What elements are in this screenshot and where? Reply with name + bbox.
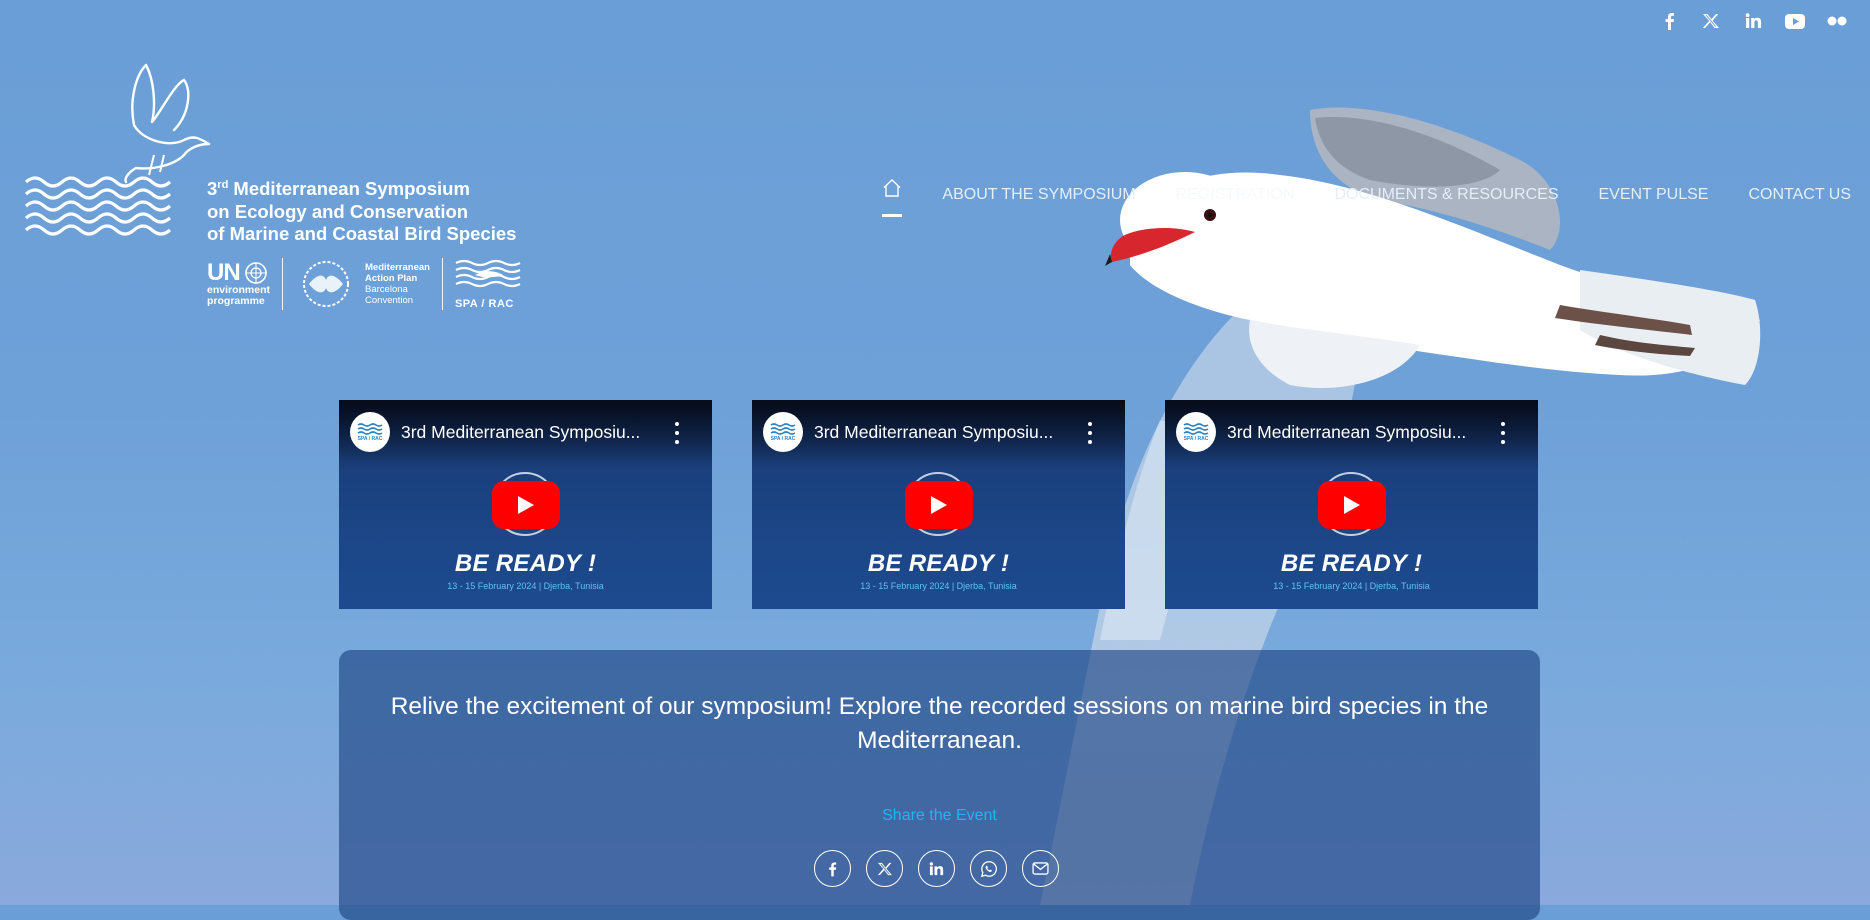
x-twitter-icon bbox=[877, 862, 892, 875]
video-headline: BE READY ! bbox=[1280, 550, 1423, 577]
play-icon bbox=[518, 496, 534, 514]
video-embed-2[interactable]: SPA / RAC 3rd Mediterranean Symposiu... … bbox=[752, 400, 1125, 609]
share-facebook-button[interactable] bbox=[814, 850, 851, 887]
video-headline: BE READY ! bbox=[454, 550, 597, 577]
video-title[interactable]: 3rd Mediterranean Symposiu... bbox=[1227, 422, 1466, 443]
video-date: 13 - 15 February 2024 | Djerba, Tunisia bbox=[1273, 581, 1430, 591]
symposium-info-panel: Relive the excitement of our symposium! … bbox=[339, 650, 1540, 920]
youtube-play-button[interactable] bbox=[492, 481, 560, 529]
nav-registration[interactable]: REGISTRATION bbox=[1176, 186, 1295, 204]
linkedin-icon[interactable] bbox=[1740, 10, 1766, 32]
share-x-button[interactable] bbox=[866, 850, 903, 887]
facebook-icon bbox=[829, 861, 837, 876]
nav-home[interactable] bbox=[882, 178, 903, 217]
panel-message: Relive the excitement of our symposium! … bbox=[390, 693, 1489, 754]
share-buttons bbox=[814, 850, 1059, 887]
nav-event-pulse[interactable]: EVENT PULSE bbox=[1599, 186, 1709, 204]
spa-rac-emblem bbox=[455, 259, 521, 287]
nav-contact-us[interactable]: CONTACT US bbox=[1748, 186, 1851, 204]
spa-rac-logo: SPA / RAC bbox=[455, 259, 521, 310]
home-icon bbox=[883, 179, 901, 197]
channel-avatar[interactable]: SPA / RAC bbox=[763, 412, 803, 452]
facebook-icon[interactable] bbox=[1656, 10, 1682, 32]
linkedin-icon bbox=[929, 861, 944, 875]
youtube-play-button[interactable] bbox=[905, 481, 973, 529]
nav-documents-resources[interactable]: DOCUMENTS & RESOURCES bbox=[1334, 186, 1558, 204]
symposium-title: 3rd Mediterranean Symposium on Ecology a… bbox=[207, 178, 517, 245]
video-title[interactable]: 3rd Mediterranean Symposiu... bbox=[401, 422, 640, 443]
main-navigation: ABOUT THE SYMPOSIUM REGISTRATION DOCUMEN… bbox=[882, 176, 1851, 217]
un-globe-icon bbox=[244, 262, 267, 284]
site-logo[interactable]: 3rd Mediterranean Symposium on Ecology a… bbox=[24, 60, 544, 320]
channel-avatar[interactable]: SPA / RAC bbox=[1176, 412, 1216, 452]
nav-about-symposium[interactable]: ABOUT THE SYMPOSIUM bbox=[942, 186, 1135, 204]
video-title[interactable]: 3rd Mediterranean Symposiu... bbox=[814, 422, 1053, 443]
youtube-icon[interactable] bbox=[1782, 10, 1808, 32]
share-linkedin-button[interactable] bbox=[918, 850, 955, 887]
divider bbox=[441, 258, 443, 310]
flickr-icon[interactable] bbox=[1824, 10, 1850, 32]
video-date: 13 - 15 February 2024 | Djerba, Tunisia bbox=[860, 581, 1017, 591]
more-options-icon[interactable] bbox=[1085, 422, 1095, 444]
video-headline: BE READY ! bbox=[867, 550, 1010, 577]
header-social-links bbox=[1656, 10, 1850, 32]
more-options-icon[interactable] bbox=[1498, 422, 1508, 444]
share-whatsapp-button[interactable] bbox=[970, 850, 1007, 887]
email-icon bbox=[1032, 862, 1049, 875]
x-twitter-icon[interactable] bbox=[1698, 10, 1724, 32]
spa-rac-emblem bbox=[357, 423, 383, 435]
divider bbox=[282, 258, 284, 310]
partner-logos: UN environment programme Mediterranean A… bbox=[207, 258, 521, 310]
video-embed-1[interactable]: SPA / RAC 3rd Mediterranean Symposiu... … bbox=[339, 400, 712, 609]
play-icon bbox=[1344, 496, 1360, 514]
spa-rac-emblem bbox=[770, 423, 796, 435]
more-options-icon[interactable] bbox=[672, 422, 682, 444]
share-label: Share the Event bbox=[882, 807, 997, 824]
channel-avatar[interactable]: SPA / RAC bbox=[350, 412, 390, 452]
youtube-play-button[interactable] bbox=[1318, 481, 1386, 529]
video-date: 13 - 15 February 2024 | Djerba, Tunisia bbox=[447, 581, 604, 591]
spa-rac-emblem bbox=[1183, 423, 1209, 435]
play-icon bbox=[931, 496, 947, 514]
whatsapp-icon bbox=[980, 860, 997, 877]
unep-logo: UN environment programme bbox=[207, 259, 271, 307]
video-gallery: SPA / RAC 3rd Mediterranean Symposiu... … bbox=[339, 400, 1538, 609]
laurel-wreath-icon bbox=[303, 261, 350, 307]
gull-waves-emblem bbox=[24, 63, 211, 236]
share-email-button[interactable] bbox=[1022, 850, 1059, 887]
video-embed-3[interactable]: SPA / RAC 3rd Mediterranean Symposiu... … bbox=[1165, 400, 1538, 609]
map-logo: Mediterranean Action Plan Barcelona Conv… bbox=[295, 260, 430, 308]
